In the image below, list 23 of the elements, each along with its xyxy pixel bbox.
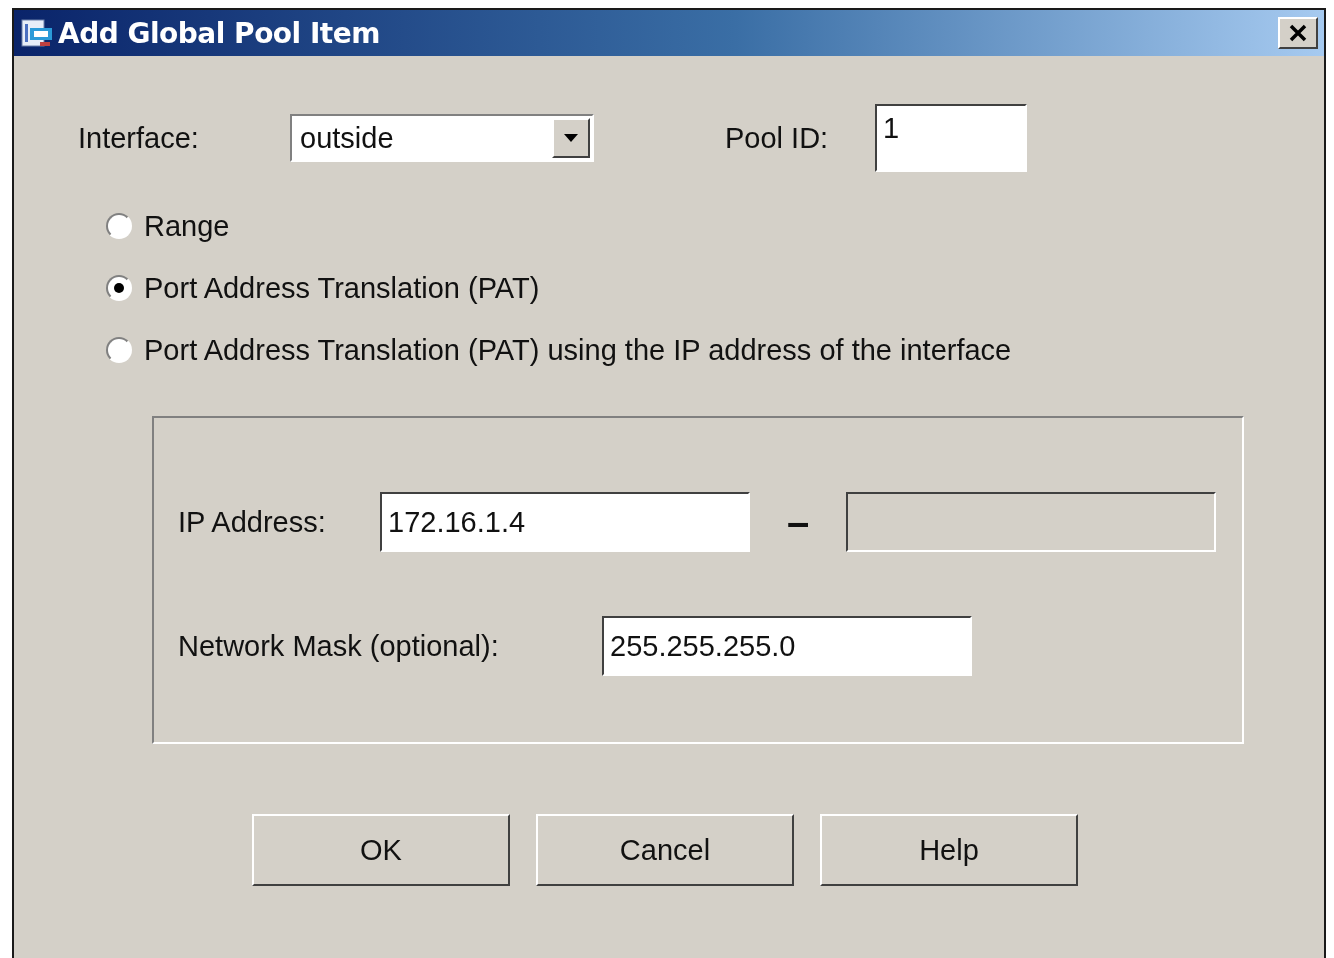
pool-id-field[interactable]: 1 [875,104,1027,172]
app-icon [20,18,54,48]
network-mask-field[interactable]: 255.255.255.0 [602,616,972,676]
radio-button[interactable] [106,213,132,239]
ip-address-label: IP Address: [178,505,327,539]
ip-address-field[interactable]: 172.16.1.4 [380,492,750,552]
dropdown-arrow-icon [564,134,578,142]
radio-button[interactable] [106,337,132,363]
window-title: Add Global Pool Item [58,16,380,50]
dialog-button[interactable]: Help [820,814,1078,886]
interface-dropdown[interactable]: outside [290,114,594,162]
radio-option[interactable]: Port Address Translation (PAT) [106,270,1324,306]
close-button[interactable] [1278,17,1318,49]
pool-id-label: Pool ID: [725,121,830,155]
network-mask-label: Network Mask (optional): [178,629,500,663]
dialog-button[interactable]: OK [252,814,510,886]
range-separator: – [785,499,811,545]
radio-option[interactable]: Range [106,208,1324,244]
radio-button[interactable] [106,275,132,301]
radio-option[interactable]: Port Address Translation (PAT) using the IP address of the interface [106,332,1324,368]
interface-label: Interface: [78,121,200,155]
dialog-button[interactable]: Cancel [536,814,794,886]
close-icon [1288,24,1308,42]
